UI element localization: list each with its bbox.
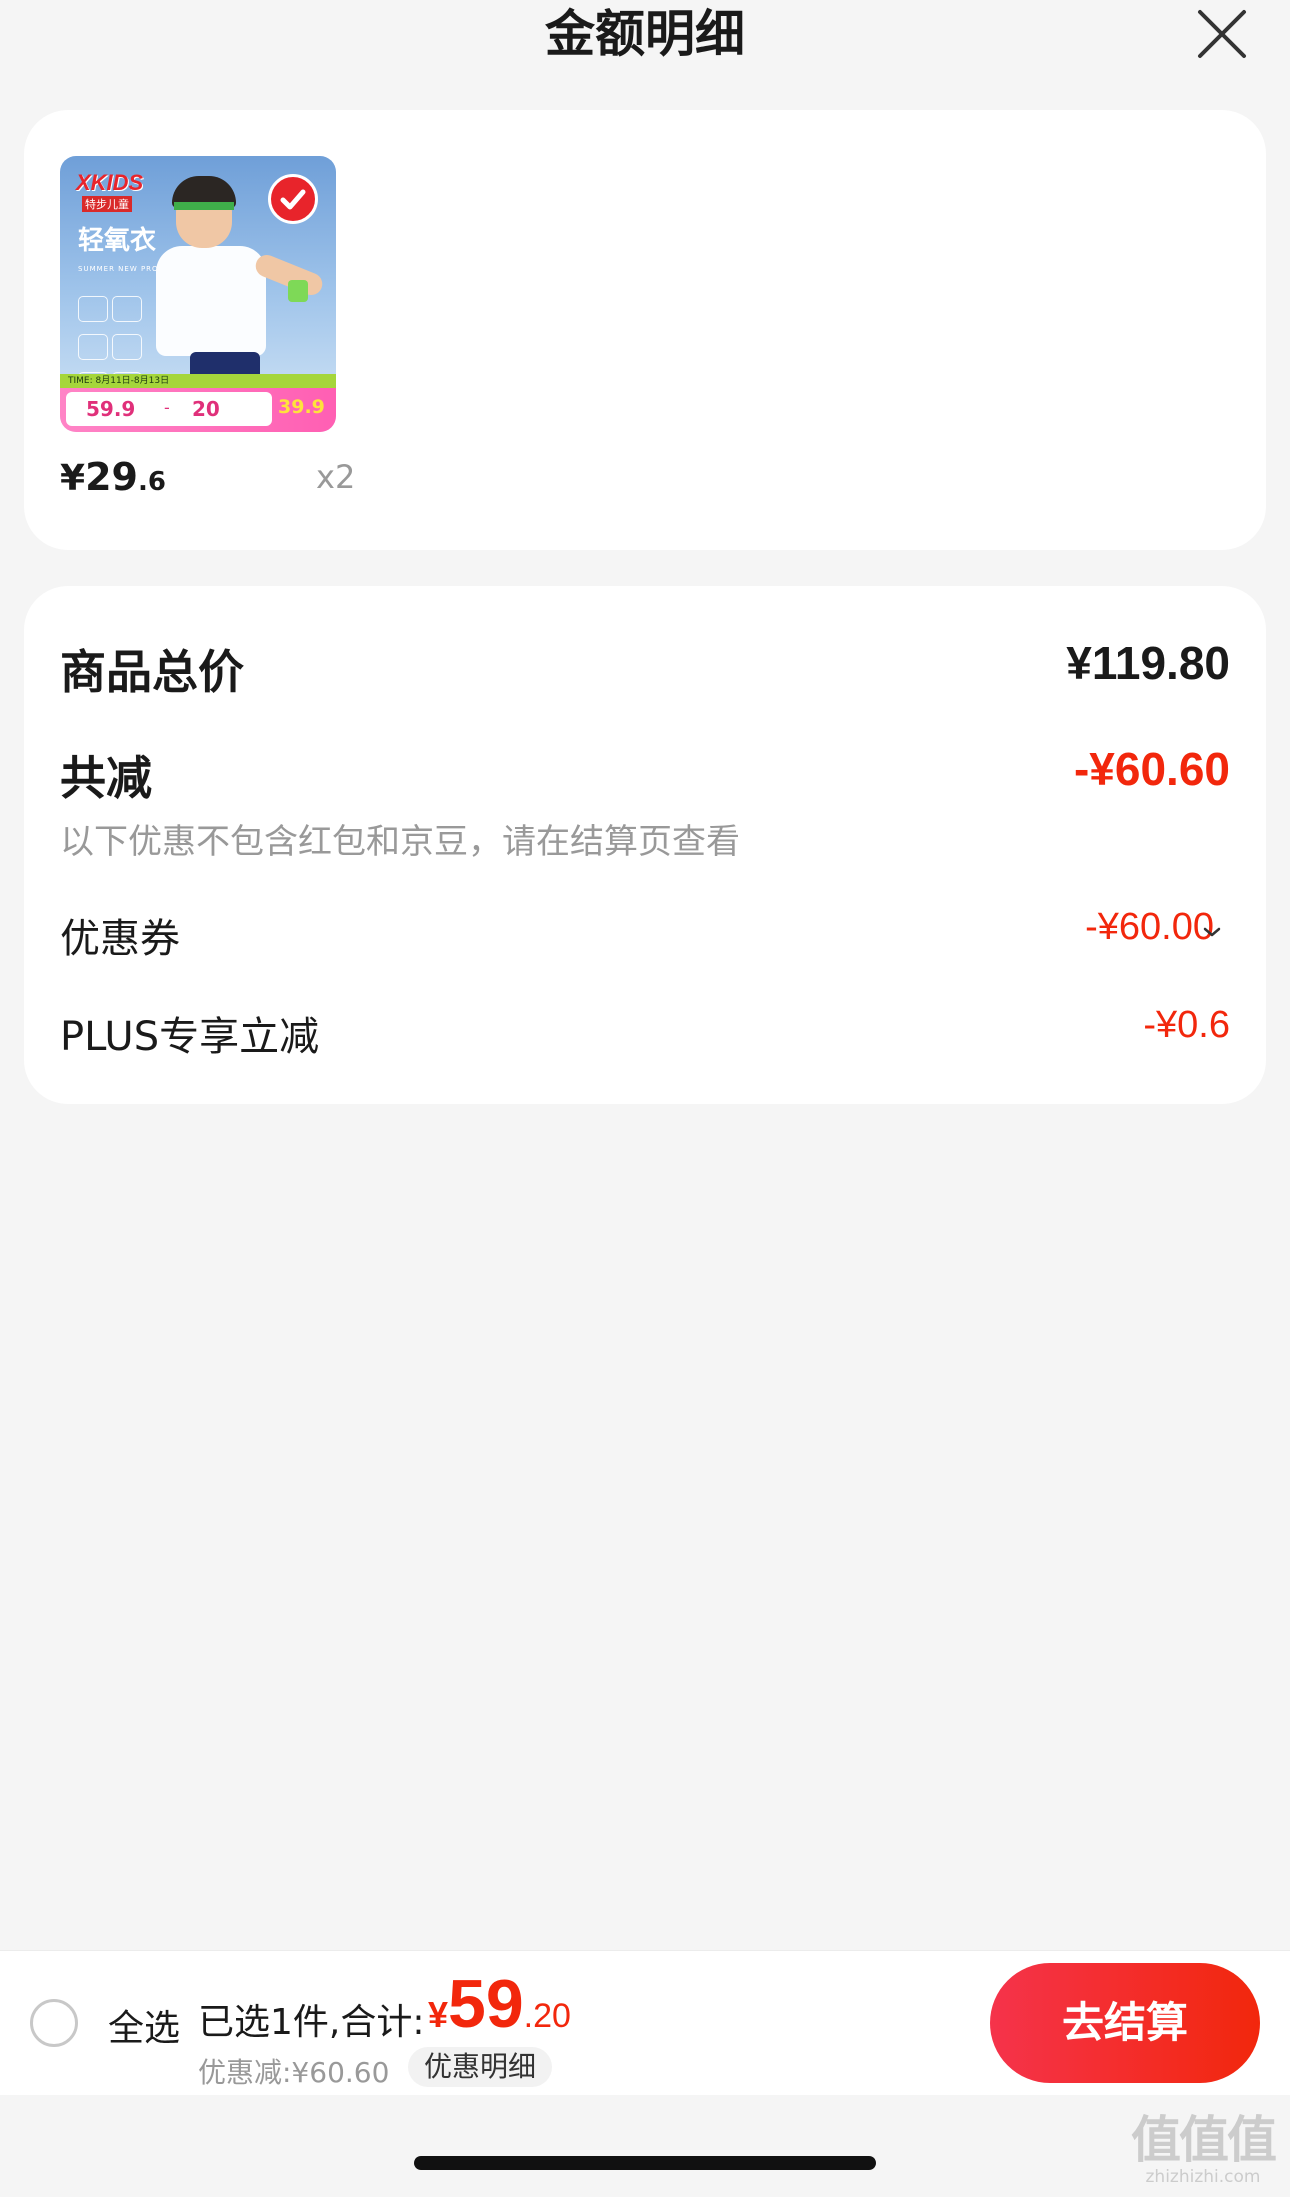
price-integer: 29 — [85, 455, 138, 499]
close-button[interactable] — [1194, 6, 1250, 62]
thumb-minus: - — [164, 398, 170, 417]
price-currency: ¥ — [60, 458, 86, 499]
total-reduction-label: 共减 — [60, 751, 152, 805]
thumb-model-headband — [174, 202, 234, 210]
header: 金额明细 — [0, 0, 1290, 80]
watermark: 值值值 zhizhizhi.com — [1128, 2112, 1278, 2186]
thumb-model-shirt — [156, 246, 266, 356]
item-select-checkbox[interactable] — [268, 174, 318, 224]
thumb-model-wristband — [288, 280, 308, 302]
product-thumbnail[interactable]: XKIDS 特步儿童 轻氧衣 SUMMER NEW PRODUCT TIME: … — [60, 156, 336, 432]
page-title: 金额明细 — [545, 5, 745, 63]
thumb-brand: XKIDS — [76, 170, 144, 195]
product-price: ¥29.6 — [60, 455, 166, 499]
select-all-label[interactable]: 全选 — [108, 1999, 180, 2051]
total-integer: 59 — [448, 1966, 524, 2042]
total-price-value: ¥119.80 — [1066, 637, 1230, 689]
reduction-note: 以下优惠不包含红包和京豆，请在结算页查看 — [60, 822, 740, 862]
watermark-url: zhizhizhi.com — [1145, 2167, 1261, 2187]
price-decimal: .6 — [137, 467, 166, 497]
total-amount: ¥59.20 — [428, 1965, 571, 2043]
total-reduction-value: -¥60.60 — [1073, 743, 1230, 795]
total-decimal: .20 — [523, 1997, 571, 2035]
discount-detail-button[interactable]: 优惠明细 — [408, 2047, 553, 2087]
checkout-bar: 全选 已选1件,合计: ¥59.20 优惠减:¥60.60 优惠明细 去结算 — [0, 1950, 1290, 2095]
thumb-price-2: 20 — [192, 397, 220, 421]
selected-summary-text: 已选1件,合计: — [198, 2002, 425, 2043]
coupon-value[interactable]: -¥60.00 — [1085, 906, 1214, 949]
thumb-time-text: TIME: 8月11日-8月13日 — [60, 374, 336, 388]
thumb-price-1: 59.9 — [86, 397, 136, 421]
total-currency: ¥ — [428, 1994, 449, 2035]
watermark-logo: 值值值 — [1131, 2111, 1277, 2169]
check-icon — [280, 189, 306, 210]
product-card: XKIDS 特步儿童 轻氧衣 SUMMER NEW PRODUCT TIME: … — [24, 110, 1266, 550]
thumb-price-bar: 59.9 - 20 39.9 — [60, 388, 336, 432]
plus-discount-value: -¥0.6 — [1143, 1004, 1230, 1046]
price-summary-card: 商品总价 ¥119.80 共减 -¥60.60 以下优惠不包含红包和京豆，请在结… — [24, 586, 1266, 1104]
chevron-down-icon[interactable] — [1202, 922, 1222, 942]
thumb-tagline: 轻氧衣 — [78, 226, 157, 256]
home-indicator[interactable] — [414, 2156, 876, 2170]
total-price-label: 商品总价 — [60, 645, 244, 699]
discount-summary: 优惠减:¥60.60 — [198, 2056, 390, 2089]
close-icon — [1198, 10, 1246, 58]
thumb-price-3: 39.9 — [278, 396, 325, 418]
plus-discount-label: PLUS专享立减 — [60, 1014, 320, 1060]
select-all-radio[interactable] — [30, 1999, 78, 2047]
coupon-label: 优惠券 — [60, 916, 180, 962]
thumb-brand-sub: 特步儿童 — [82, 196, 132, 212]
product-quantity: x2 — [316, 458, 356, 496]
thumb-price-box: 59.9 - 20 — [66, 392, 272, 426]
checkout-button[interactable]: 去结算 — [990, 1963, 1260, 2083]
